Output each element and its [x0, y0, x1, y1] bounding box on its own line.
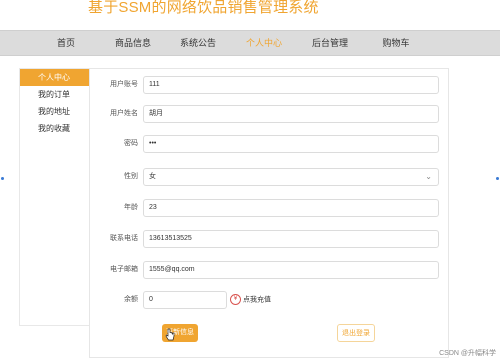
nav-personal-center[interactable]: 个人中心 [246, 31, 282, 55]
sidebar-item-personal-center[interactable]: 个人中心 [20, 69, 90, 86]
form-row-password: 密码 ••• [90, 132, 448, 156]
form-row-account: 用户账号 111 [90, 73, 448, 97]
nav-announcements[interactable]: 系统公告 [180, 31, 216, 55]
sidebar: 个人中心 我的订单 我的地址 我的收藏 [19, 68, 90, 326]
name-input[interactable]: 胡月 [143, 105, 439, 123]
age-label: 年龄 [124, 204, 138, 211]
phone-label: 联系电话 [110, 235, 138, 242]
gender-label: 性别 [124, 173, 138, 180]
nav-products[interactable]: 商品信息 [115, 31, 151, 55]
site-title: 基于SSM的网络饮品销售管理系统 [88, 0, 319, 16]
password-label: 密码 [124, 140, 138, 147]
watermark: CSDN @升幅科学 [439, 350, 496, 357]
account-input[interactable]: 111 [143, 76, 439, 94]
password-input[interactable]: ••• [143, 135, 439, 153]
form-row-age: 年龄 23 [90, 196, 448, 220]
update-info-button[interactable]: 更新信息 [162, 324, 198, 342]
logout-button[interactable]: 退出登录 [337, 324, 375, 342]
form-row-name: 用户姓名 胡月 [90, 102, 448, 126]
form-row-email: 电子邮箱 1555@qq.com [90, 258, 448, 282]
email-label: 电子邮箱 [110, 266, 138, 273]
nav-home[interactable]: 首页 [57, 31, 75, 55]
chevron-down-icon: ⌄ [425, 172, 432, 181]
balance-label: 余额 [124, 296, 138, 303]
right-edge-marker [496, 177, 499, 180]
name-label: 用户姓名 [110, 110, 138, 117]
yen-icon: ¥ [230, 294, 241, 305]
form-row-gender: 性别 女 ⌄ [90, 165, 448, 189]
account-label: 用户账号 [110, 81, 138, 88]
profile-form: 用户账号 111 用户姓名 胡月 密码 ••• 性别 女 ⌄ 年龄 23 联系电… [89, 68, 449, 358]
left-edge-marker [1, 177, 4, 180]
top-navbar: 首页 商品信息 系统公告 个人中心 后台管理 购物车 [0, 30, 500, 56]
sidebar-item-favorites[interactable]: 我的收藏 [20, 120, 90, 137]
sidebar-item-addresses[interactable]: 我的地址 [20, 103, 90, 120]
nav-admin[interactable]: 后台管理 [312, 31, 348, 55]
recharge-button[interactable]: ¥ 点我充值 [230, 294, 271, 306]
age-input[interactable]: 23 [143, 199, 439, 217]
recharge-label: 点我充值 [243, 296, 271, 304]
balance-input[interactable]: 0 [143, 291, 227, 309]
email-input[interactable]: 1555@qq.com [143, 261, 439, 279]
gender-select[interactable]: 女 ⌄ [143, 168, 439, 186]
form-row-balance: 余额 0 ¥ 点我充值 [90, 288, 448, 312]
nav-cart[interactable]: 购物车 [382, 31, 409, 55]
gender-value: 女 [149, 173, 156, 180]
sidebar-item-orders[interactable]: 我的订单 [20, 86, 90, 103]
form-row-phone: 联系电话 13613513525 [90, 227, 448, 251]
phone-input[interactable]: 13613513525 [143, 230, 439, 248]
